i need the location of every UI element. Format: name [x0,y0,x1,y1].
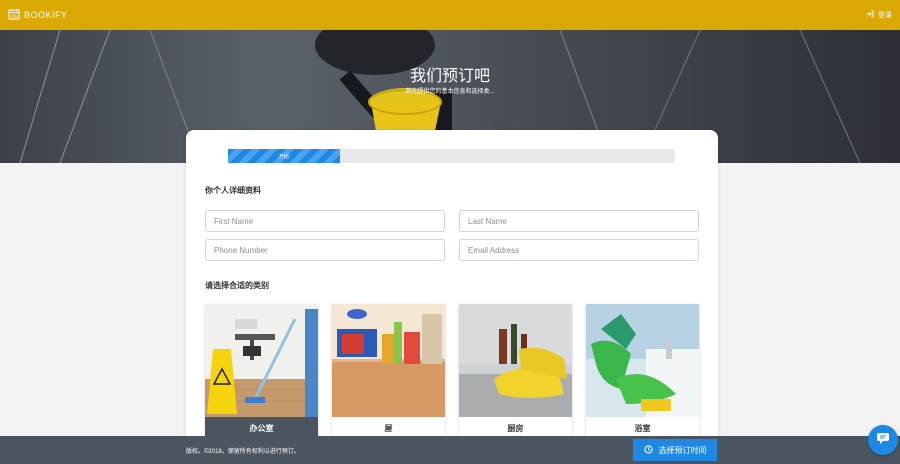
kitchen-cleaning-image [459,304,572,417]
chat-icon [876,431,890,450]
category-card-house[interactable]: 屋 [332,304,445,439]
sign-in-icon [866,10,874,20]
first-name-field[interactable] [205,210,445,232]
hero-title: 我们预订吧 [409,68,490,85]
office-cleaning-image [205,304,318,417]
category-card-office[interactable]: 办公室 [205,304,318,439]
chat-widget-button[interactable] [868,425,898,455]
last-name-field[interactable] [459,210,699,232]
bathroom-cleaning-image [586,304,699,417]
personal-details-title: 你个人详细资料 [205,186,261,195]
login-label: 登录 [878,12,892,19]
phone-number-field[interactable] [205,239,445,261]
select-booking-time-label: 选择预订时间 [658,445,707,455]
progress-label: 开始 [278,153,289,160]
calendar-icon [8,8,20,22]
brand-logo[interactable]: BOOKIFY [8,8,68,22]
category-title: 请选择合适的类别 [205,281,269,290]
progress-bar: 开始 [228,149,675,163]
progress-fill: 开始 [228,149,340,163]
footer-bar: 版权。©2018。保留所有权利以进行预订。 选择预订时间 [0,436,900,464]
copyright-text: 版权。©2018。保留所有权利以进行预订。 [186,449,300,455]
brand-name: BOOKIFY [24,10,68,20]
login-link[interactable]: 登录 [866,10,892,20]
category-card-kitchen[interactable]: 厨房 [459,304,572,439]
email-address-field[interactable] [459,239,699,261]
hero-subtitle: 首先提供您的基本信息和选择类... [405,89,495,95]
top-navbar: BOOKIFY 登录 [0,0,900,30]
category-card-bathroom[interactable]: 浴室 [586,304,699,439]
select-booking-time-button[interactable]: 选择预订时间 [633,439,717,461]
clock-icon [643,444,653,456]
house-cleaning-image [332,304,445,417]
booking-form-card: 开始 你个人详细资料 请选择合适的类别 办公室 [186,130,718,450]
